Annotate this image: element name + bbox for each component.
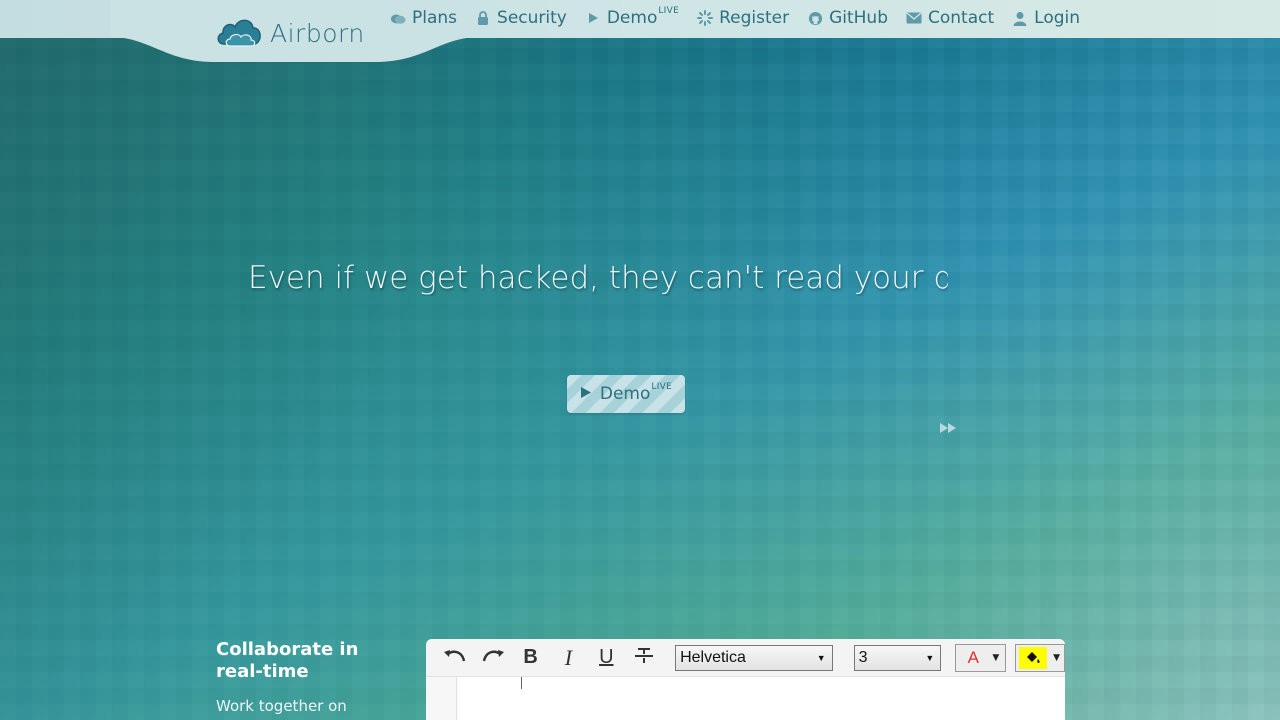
nav-plans-label: Plans	[412, 8, 458, 28]
font-size-select[interactable]: 3 ▼	[853, 644, 942, 671]
nav-register[interactable]: Register	[697, 8, 789, 28]
nav-security-label: Security	[497, 8, 567, 28]
lock-icon	[475, 10, 491, 26]
hero-background	[0, 0, 1280, 720]
nav-contact-label: Contact	[928, 8, 995, 28]
underline-icon: U	[599, 646, 614, 668]
italic-button[interactable]: I	[550, 643, 588, 673]
font-family-select[interactable]: Helvetica ▼	[675, 644, 833, 671]
nav-plans[interactable]: Plans	[390, 8, 457, 28]
collab-title: Collaborate in real-time	[216, 639, 359, 682]
underline-button[interactable]: U	[587, 643, 625, 673]
dropdown-arrow-icon: ▼	[925, 652, 935, 663]
demo-button-label: DemoLIVE	[599, 382, 673, 404]
bold-icon: B	[523, 646, 538, 668]
user-icon	[1012, 10, 1028, 26]
editor-toolbar: B I U Helvetica ▼ 3 ▼ A ▼ ▼	[426, 639, 1065, 677]
paint-bucket-icon	[1019, 646, 1048, 669]
dropdown-arrow-icon: ▼	[816, 652, 826, 663]
fast-forward-icon	[939, 419, 959, 438]
editor-content-area[interactable]	[456, 677, 1065, 720]
nav-login[interactable]: Login	[1012, 8, 1080, 28]
nav-github[interactable]: GitHub	[807, 8, 888, 28]
rich-text-editor: B I U Helvetica ▼ 3 ▼ A ▼ ▼	[426, 639, 1065, 720]
envelope-icon	[906, 10, 922, 26]
italic-icon: I	[564, 644, 573, 670]
play-icon	[580, 384, 592, 404]
nav-register-label: Register	[719, 8, 790, 28]
brand-logo[interactable]: Airborn	[216, 14, 365, 52]
dropdown-arrow-icon: ▼	[992, 652, 1000, 663]
nav-login-label: Login	[1034, 8, 1081, 28]
sparkle-icon	[697, 10, 714, 26]
nav-contact[interactable]: Contact	[906, 8, 994, 28]
demo-button[interactable]: DemoLIVE	[567, 375, 685, 413]
font-family-value: Helvetica	[680, 648, 746, 666]
nav-github-label: GitHub	[829, 8, 888, 28]
strikethrough-button[interactable]	[625, 643, 663, 673]
undo-button[interactable]	[436, 643, 474, 673]
undo-icon	[443, 646, 467, 670]
text-color-picker[interactable]: A ▼	[955, 643, 1007, 672]
dropdown-arrow-icon: ▼	[1053, 652, 1060, 663]
hero-tagline: Even if we get hacked, they can't read y…	[248, 260, 948, 296]
bold-button[interactable]: B	[512, 643, 550, 673]
play-icon	[585, 10, 601, 26]
font-size-value: 3	[858, 648, 868, 666]
nav-demo-label: DemoLIVE	[606, 6, 680, 28]
nav-security[interactable]: Security	[475, 8, 567, 28]
github-icon	[807, 10, 823, 26]
fast-forward-button[interactable]	[939, 419, 959, 433]
redo-button[interactable]	[474, 643, 512, 673]
live-badge: LIVE	[651, 382, 673, 393]
cloud-icon	[390, 10, 406, 26]
text-color-icon: A	[967, 647, 979, 667]
live-badge: LIVE	[658, 6, 680, 17]
brand-name: Airborn	[270, 18, 365, 48]
main-nav: Plans Security DemoLIVE Register GitHub …	[390, 6, 1080, 28]
strikethrough-icon	[634, 646, 654, 670]
highlight-color-picker[interactable]: ▼	[1015, 643, 1065, 672]
nav-demo[interactable]: DemoLIVE	[585, 6, 680, 28]
collab-description: Work together on	[216, 697, 347, 715]
cloud-logo-icon	[216, 14, 262, 52]
text-caret	[521, 677, 522, 689]
redo-icon	[481, 646, 505, 670]
